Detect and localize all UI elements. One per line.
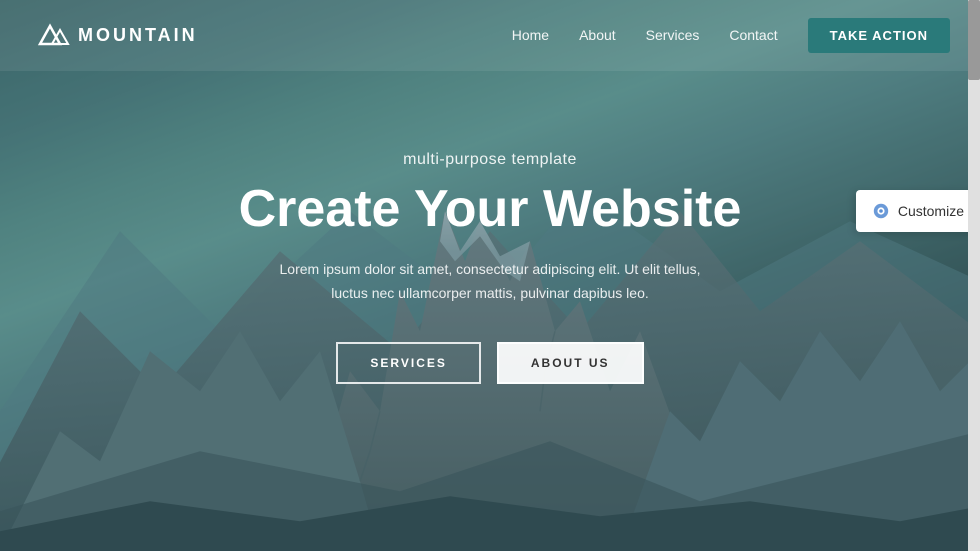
nav-contact[interactable]: Contact xyxy=(729,27,777,43)
customize-label: Customize xyxy=(898,203,964,219)
about-button[interactable]: ABOUT US xyxy=(497,342,644,384)
logo[interactable]: MountaIN xyxy=(30,18,198,53)
scrollbar-track xyxy=(968,0,980,551)
logo-text: MountaIN xyxy=(78,25,198,46)
navbar: MountaIN Home About Services Contact TAK… xyxy=(0,0,980,71)
nav-links: Home About Services Contact TAKE ACTION xyxy=(512,27,950,45)
services-button[interactable]: SERVICES xyxy=(336,342,480,384)
scrollbar-thumb[interactable] xyxy=(968,0,980,80)
customize-icon xyxy=(872,202,890,220)
hero-description: Lorem ipsum dolor sit amet, consectetur … xyxy=(260,258,720,306)
nav-home[interactable]: Home xyxy=(512,27,549,43)
hero-subtitle: multi-purpose template xyxy=(0,151,980,169)
nav-cta-button[interactable]: TAKE ACTION xyxy=(808,18,950,53)
customize-button[interactable]: Customize xyxy=(856,190,980,232)
hero-buttons: SERVICES ABOUT US xyxy=(0,342,980,384)
logo-icon xyxy=(30,18,70,53)
hero-title: Create Your Website xyxy=(0,181,980,238)
hero-content: multi-purpose template Create Your Websi… xyxy=(0,71,980,384)
nav-about[interactable]: About xyxy=(579,27,616,43)
nav-services[interactable]: Services xyxy=(646,27,700,43)
